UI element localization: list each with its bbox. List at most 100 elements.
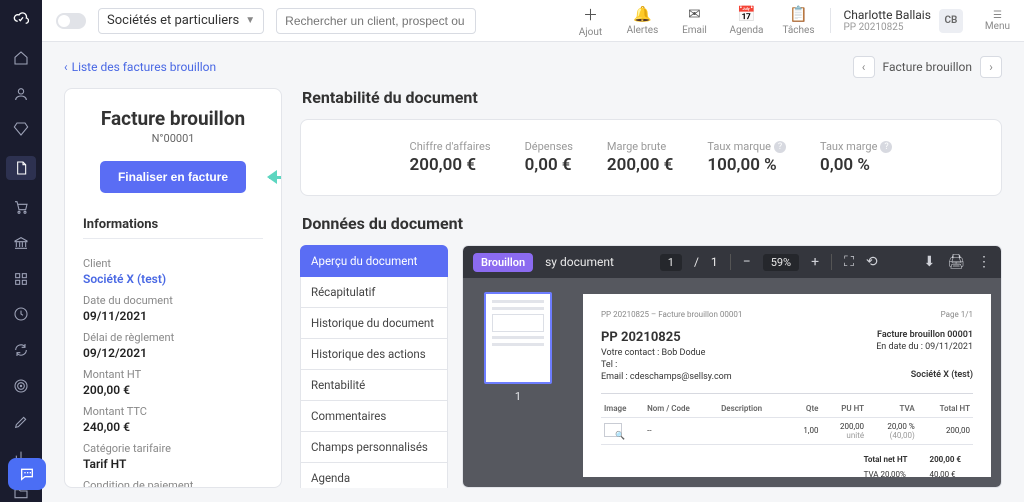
document-tabs: Aperçu du documentRécapitulatifHistoriqu… [300,245,448,488]
user-name: Charlotte Ballais [843,8,930,22]
invoice-line-table: Image Nom / Code Description Qte PU HT T… [601,400,973,445]
help-icon[interactable]: ? [880,141,892,153]
table-row: -- 1,00 200,00unité 20,00 %(40,00) 200,0… [601,417,973,444]
section-informations: Informations [83,217,263,239]
rail-bank-icon[interactable] [10,234,32,252]
chevron-left-icon: ‹ [64,60,68,74]
top-email[interactable]: ✉Email [674,5,714,36]
rail-target-icon[interactable] [10,377,32,395]
tab-aper-u-du-document[interactable]: Aperçu du document [300,245,448,277]
avatar: CB [939,9,963,33]
user-ref: PP 20210825 [843,22,930,33]
profit-value: 0,00 % [820,155,892,175]
top-add[interactable]: ＋Ajout [570,4,610,38]
hint-arrow-icon [269,171,282,183]
page-current: 1 [660,254,682,271]
tab-commentaires[interactable]: Commentaires [300,401,448,432]
info-ttc-value: 240,00 € [83,420,263,434]
rail-cart-icon[interactable] [10,198,32,216]
top-agenda[interactable]: 📅Agenda [726,5,766,36]
profit-value: 200,00 € [607,155,674,175]
tab-historique-du-document[interactable]: Historique du document [300,308,448,339]
zoom-out-icon[interactable]: − [743,254,751,270]
rotate-icon[interactable]: ⟲ [866,254,878,270]
zoom-level: 59% [763,254,799,271]
info-tariff-value: Tarif HT [83,457,263,471]
bell-icon: 🔔 [633,5,652,23]
left-rail [0,0,42,502]
profit-value: 0,00 € [525,155,573,175]
rail-home-icon[interactable] [10,49,32,67]
profit-label: Marge brute [607,140,674,153]
thumbnail-number: 1 [515,390,521,403]
info-client-link[interactable]: Société X (test) [83,272,263,286]
chevron-down-icon: ▼ [245,15,255,26]
breadcrumb-right: ‹ Facture brouillon › [853,56,1002,78]
search-input[interactable] [276,8,476,34]
next-doc[interactable]: › [980,56,1002,78]
chat-widget-icon[interactable] [8,458,46,490]
info-ht-value: 200,00 € [83,383,263,397]
info-tariff-label: Catégorie tarifaire [83,442,263,455]
profit-value: 100,00 % [707,155,786,175]
top-tasks[interactable]: 📋Tâches [778,5,818,36]
scope-select[interactable]: Sociétés et particuliers ▼ [98,8,264,34]
profitability-title: Rentabilité du document [302,88,1002,107]
more-icon[interactable]: ⋮ [977,254,991,270]
download-icon[interactable]: ⬇ [923,254,935,270]
info-due-value: 09/12/2021 [83,346,263,360]
zoom-in-icon[interactable]: + [811,254,819,270]
rail-document-icon[interactable] [6,156,36,180]
info-client-label: Client [83,257,263,270]
print-icon[interactable]: 🖨 [947,254,965,270]
info-pay-label: Condition de paiement [83,479,263,488]
info-ht-label: Montant HT [83,368,263,381]
rail-user-icon[interactable] [10,85,32,103]
scope-label: Sociétés et particuliers [107,13,239,28]
page-total: 1 [711,255,718,269]
user-block[interactable]: Charlotte Ballais PP 20210825 CB [830,8,962,33]
prev-doc[interactable]: ‹ [853,56,875,78]
rail-pencil-icon[interactable] [10,413,32,431]
profit-label: Taux marque? [707,140,786,153]
info-ttc-label: Montant TTC [83,405,263,418]
tab-champs-personnalis-s[interactable]: Champs personnalisés [300,432,448,463]
top-alerts[interactable]: 🔔Alertes [622,5,662,36]
topbar: Sociétés et particuliers ▼ ＋Ajout 🔔Alert… [42,0,1024,42]
profitability-card: Chiffre d'affaires 200,00 € Dépenses 0,00 €… [300,119,1002,196]
thumbnail-column: 1 [463,278,573,487]
help-icon[interactable]: ? [774,141,786,153]
docdata-title: Données du document [302,214,1002,233]
page-thumbnail[interactable] [484,292,552,384]
document-page: PP 20210825 – Facture brouillon 00001 Pa… [583,294,991,477]
rail-refresh-icon[interactable] [10,341,32,359]
rail-diamond-icon[interactable] [10,120,32,138]
pdf-viewer: Brouillon sy document 1 / 1 − 59% + ⛶ [462,245,1002,488]
viewer-doc-label: sy document [545,255,614,269]
tab-rentabilit-[interactable]: Rentabilité [300,370,448,401]
profit-label: Chiffre d'affaires [410,140,491,153]
left-detail-panel: Facture brouillon N°00001 Finaliser en f… [64,88,282,488]
tab-r-capitulatif[interactable]: Récapitulatif [300,277,448,308]
scope-toggle[interactable] [56,13,86,29]
info-due-label: Délai de règlement [83,331,263,344]
draft-badge: Brouillon [473,253,533,272]
tab-historique-des-actions[interactable]: Historique des actions [300,339,448,370]
rail-clock-icon[interactable] [10,306,32,324]
plus-icon: ＋ [583,4,598,25]
profit-label: Dépenses [525,140,573,153]
breadcrumb-back[interactable]: ‹ Liste des factures brouillon [64,60,216,74]
logo-icon [13,10,29,31]
menu-button[interactable]: ☰Menu [985,10,1010,32]
calendar-icon: 📅 [737,5,756,23]
finalize-button[interactable]: Finaliser en facture [100,161,246,193]
clipboard-icon: 📋 [789,5,808,23]
profit-label: Taux marge? [820,140,892,153]
fit-page-icon[interactable]: ⛶ [844,254,854,270]
tab-agenda[interactable]: Agenda [300,463,448,488]
magnifier-icon[interactable] [604,423,622,437]
info-date-value: 09/11/2021 [83,309,263,323]
viewer-toolbar: Brouillon sy document 1 / 1 − 59% + ⛶ [463,246,1001,278]
rail-grid-icon[interactable] [10,270,32,288]
envelope-icon: ✉ [688,5,701,23]
